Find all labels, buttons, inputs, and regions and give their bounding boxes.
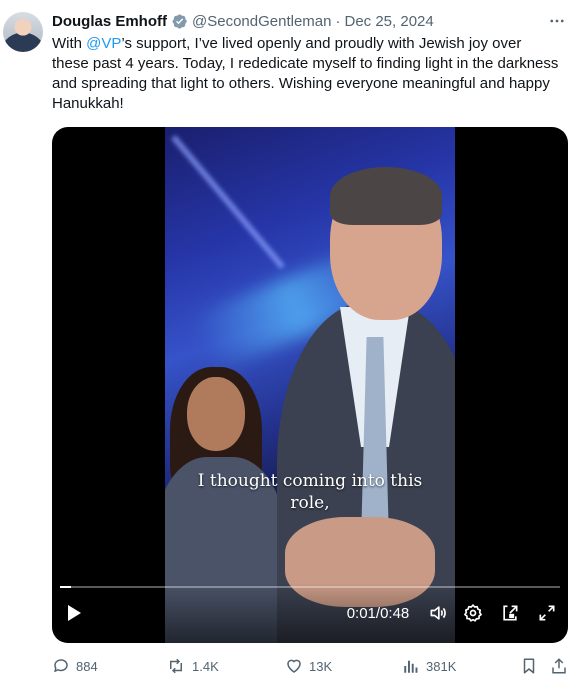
video-caption: I thought coming into this role, [165,470,455,514]
reply-icon [54,659,68,672]
current-time: 0:01 [346,604,376,622]
like-count: 13K [309,658,333,674]
like-button[interactable]: 13K [285,652,332,680]
tweet-header: Douglas Emhoff @SecondGentleman · Dec 25… [52,10,569,32]
tweet-text-start: With [52,35,87,52]
action-bar: 884 1.4K 13K 381K [52,652,568,680]
views-count: 381K [426,658,457,674]
like-icon [287,659,301,673]
separator-dot: · [335,12,341,30]
repost-count: 1.4K [192,658,219,674]
foreground-person-hair [330,167,442,225]
tweet-date[interactable]: Dec 25, 2024 [344,13,433,30]
progress-bar[interactable] [60,586,560,588]
background-person-face [187,377,245,451]
play-icon[interactable] [62,597,86,629]
reply-count: 884 [76,658,98,674]
volume-icon[interactable] [425,597,451,629]
author-handle[interactable]: @SecondGentleman [192,13,331,30]
bookmark-button[interactable] [520,652,544,680]
more-options-icon[interactable] [545,10,569,32]
bookmark-icon [523,658,535,674]
video-player[interactable]: I thought coming into this role, 0:01 / … [52,127,568,643]
picture-in-picture-icon[interactable] [497,597,523,629]
tweet-text: With @VP’s support, I’ve lived openly an… [52,34,562,114]
share-button[interactable] [550,652,574,680]
author-name[interactable]: Douglas Emhoff [52,13,167,30]
share-icon [552,658,566,674]
stage-light-beam [171,134,285,270]
fullscreen-icon[interactable] [534,597,560,629]
views-button[interactable]: 381K [402,652,456,680]
video-frame[interactable] [165,127,455,643]
video-controls: 0:01 / 0:48 [52,583,568,643]
caption-line-2: role, [290,493,330,513]
avatar[interactable] [3,12,43,52]
reply-button[interactable]: 884 [52,652,98,680]
tweet[interactable]: Douglas Emhoff @SecondGentleman · Dec 25… [0,0,579,682]
duration: 0:48 [380,604,410,622]
settings-icon[interactable] [460,597,486,629]
repost-button[interactable]: 1.4K [166,652,219,680]
views-icon [404,660,418,673]
video-time: 0:01 / 0:48 [338,597,418,629]
tweet-text-rest: ’s support, I’ve lived openly and proudl… [52,35,559,112]
mention-link[interactable]: @VP [86,35,121,52]
caption-line-1: I thought coming into this [197,471,423,491]
verified-badge-icon[interactable] [171,13,188,30]
progress-bar-fill [60,586,71,588]
repost-icon [170,658,182,674]
